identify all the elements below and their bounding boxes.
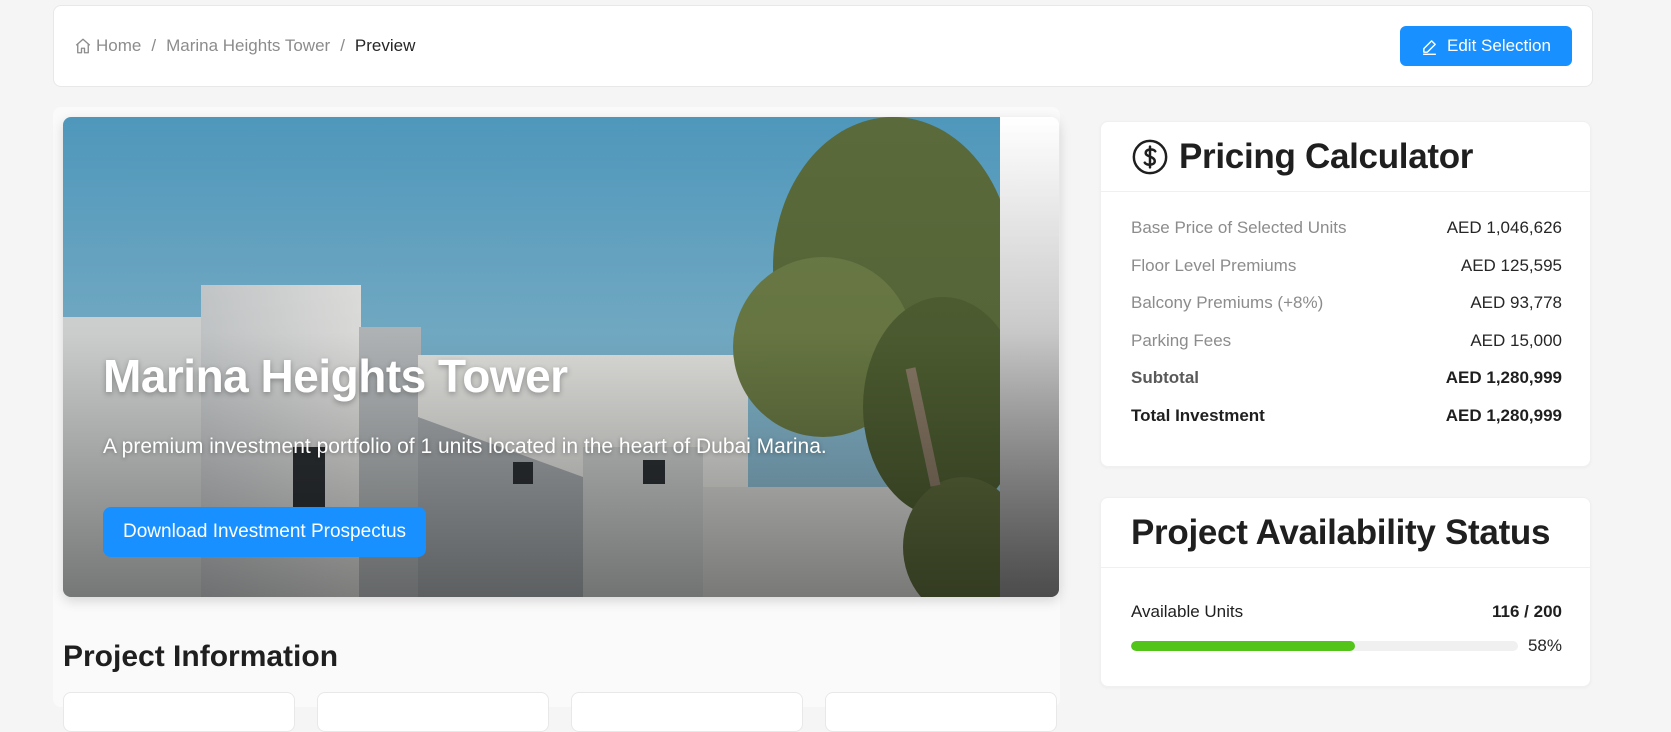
progress-percent: 58% xyxy=(1527,636,1562,655)
home-icon xyxy=(75,38,91,54)
edit-selection-label: Edit Selection xyxy=(1447,36,1551,55)
hero-title: Marina Heights Tower xyxy=(103,350,568,402)
breadcrumb-home-label: Home xyxy=(96,36,142,55)
breadcrumb: Home / Marina Heights Tower / Preview xyxy=(74,36,415,56)
availability-card-header: Project Availability Status xyxy=(1101,498,1590,568)
price-row-label: Balcony Premiums (+8%) xyxy=(1131,293,1324,312)
main-content: Marina Heights Tower A premium investmen… xyxy=(53,107,1060,732)
pricing-card-header: Pricing Calculator xyxy=(1101,122,1590,192)
subtotal-label: Subtotal xyxy=(1131,368,1199,387)
breadcrumb-home[interactable]: Home xyxy=(74,36,141,56)
price-row: Parking Fees AED 15,000 xyxy=(1131,331,1562,369)
price-row-value: AED 1,046,626 xyxy=(1446,218,1562,237)
dollar-circle-icon xyxy=(1132,139,1168,174)
subtotal-row: Subtotal AED 1,280,999 xyxy=(1131,368,1562,406)
breadcrumb-separator: / xyxy=(340,36,345,55)
price-row-value: AED 15,000 xyxy=(1470,330,1562,350)
info-card xyxy=(571,692,803,732)
breadcrumb-separator: / xyxy=(151,36,157,55)
price-row: Balcony Premiums (+8%) AED 93,778 xyxy=(1131,293,1562,331)
edit-selection-button[interactable]: Edit Selection xyxy=(1400,26,1572,66)
download-prospectus-button[interactable]: Download Investment Prospectus xyxy=(103,507,427,557)
price-row-value: AED 93,778 xyxy=(1470,293,1562,312)
total-investment-row: Total Investment AED 1,280,999 xyxy=(1131,406,1562,444)
total-investment-value: AED 1,280,999 xyxy=(1445,405,1562,425)
price-row: Floor Level Premiums AED 125,595 xyxy=(1131,256,1562,294)
pricing-calculator-title: Pricing Calculator xyxy=(1179,136,1474,176)
progress-track xyxy=(1131,641,1518,651)
total-investment-label: Total Investment xyxy=(1131,405,1265,425)
price-row-label: Base Price of Selected Units xyxy=(1131,218,1347,237)
info-card xyxy=(63,692,295,732)
hero-banner: Marina Heights Tower A premium investmen… xyxy=(63,117,1059,597)
breadcrumb-current: Preview xyxy=(354,36,416,55)
info-card xyxy=(825,692,1057,732)
available-units-row: Available Units 116 / 200 xyxy=(1131,602,1562,622)
price-row: Base Price of Selected Units AED 1,046,6… xyxy=(1131,218,1562,256)
project-information-title: Project Information xyxy=(63,640,339,673)
progress-fill xyxy=(1131,641,1356,651)
hero-subtitle: A premium investment portfolio of 1 unit… xyxy=(103,435,827,458)
edit-icon xyxy=(1423,39,1436,55)
price-row-value: AED 125,595 xyxy=(1460,255,1562,275)
availability-card: Project Availability Status Available Un… xyxy=(1100,497,1591,687)
subtotal-value: AED 1,280,999 xyxy=(1445,368,1562,387)
availability-progress: 58% xyxy=(1131,636,1562,656)
pricing-calculator-card: Pricing Calculator Base Price of Selecte… xyxy=(1100,121,1591,467)
available-units-count: 116 / 200 xyxy=(1492,602,1562,621)
price-row-label: Floor Level Premiums xyxy=(1131,255,1297,275)
available-units-label: Available Units xyxy=(1131,602,1244,621)
info-card xyxy=(317,692,549,732)
breadcrumb-project[interactable]: Marina Heights Tower xyxy=(166,36,330,56)
availability-title: Project Availability Status xyxy=(1131,512,1551,552)
top-bar: Home / Marina Heights Tower / Preview Ed… xyxy=(53,5,1593,87)
price-row-label: Parking Fees xyxy=(1131,330,1232,350)
